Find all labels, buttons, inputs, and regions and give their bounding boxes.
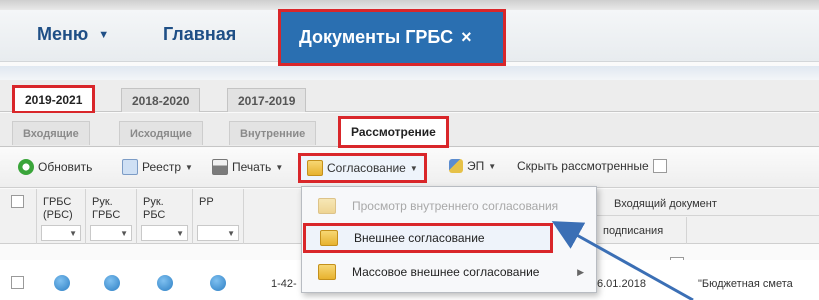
row-number: 1-42- bbox=[271, 278, 297, 290]
column-incoming-document-label: Входящий документ bbox=[614, 198, 717, 210]
approval-label: Согласование bbox=[327, 161, 406, 175]
document-tabs: Входящие Исходящие Внутренние Рассмотрен… bbox=[0, 113, 819, 148]
print-button[interactable]: Печать ▼ bbox=[212, 159, 283, 175]
menu-item-external-approval[interactable]: Внешнее согласование bbox=[303, 223, 553, 253]
menu-button[interactable]: Меню ▼ bbox=[37, 24, 109, 45]
year-tab-2017-2019[interactable]: 2017-2019 bbox=[227, 88, 307, 112]
hide-reviewed-checkbox[interactable] bbox=[652, 159, 667, 173]
signature-icon bbox=[449, 159, 463, 173]
toolbar: Обновить Реестр ▼ Печать ▼ Согласование … bbox=[0, 148, 819, 188]
year-tabs: 2019-2021 2018-2020 2017-2019 bbox=[0, 80, 819, 114]
hide-reviewed-label: Скрыть рассмотренные bbox=[517, 159, 649, 173]
column-head-rbs[interactable]: Рук. РБС ▼ bbox=[137, 189, 193, 244]
dropdown-arrow-icon: ▼ bbox=[409, 163, 418, 173]
chevron-down-icon: ▼ bbox=[227, 228, 235, 238]
row-name: "Бюджетная смета bbox=[698, 278, 793, 290]
refresh-button[interactable]: Обновить bbox=[18, 159, 92, 175]
approval-dropdown-menu: Просмотр внутреннего согласования Внешне… bbox=[301, 186, 597, 293]
menu-item-label: Внешнее согласование bbox=[354, 231, 485, 245]
column-filter-dropdown[interactable]: ▼ bbox=[90, 225, 132, 241]
chevron-down-icon: ▼ bbox=[120, 228, 128, 238]
close-icon[interactable]: × bbox=[461, 27, 472, 48]
folder-icon bbox=[318, 264, 336, 280]
column-rr[interactable]: РР ▼ bbox=[193, 189, 244, 244]
column-filter-dropdown[interactable]: ▼ bbox=[141, 225, 188, 241]
menu-item-label: Массовое внешнее согласование bbox=[352, 265, 540, 279]
column-rr-label: РР bbox=[199, 196, 214, 208]
status-dot-icon bbox=[104, 275, 120, 291]
sub-header-band bbox=[0, 66, 819, 80]
dropdown-arrow-icon: ▼ bbox=[185, 162, 193, 172]
year-tab-2019-2021[interactable]: 2019-2021 bbox=[12, 85, 96, 114]
tab-incoming[interactable]: Входящие bbox=[12, 121, 90, 145]
ep-label: ЭП bbox=[467, 159, 485, 173]
column-head-grbs-label: Рук. ГРБС bbox=[92, 196, 121, 221]
tab-internal[interactable]: Внутренние bbox=[229, 121, 317, 145]
dropdown-arrow-icon: ▼ bbox=[275, 162, 284, 172]
menu-item-label: Просмотр внутреннего согласования bbox=[352, 199, 559, 213]
submenu-arrow-icon: ▶ bbox=[577, 266, 584, 277]
chevron-down-icon: ▼ bbox=[176, 228, 184, 238]
tab-outgoing[interactable]: Исходящие bbox=[119, 121, 203, 145]
column-incoming-document[interactable]: Входящий документ bbox=[597, 189, 819, 216]
menu-item-view-internal-approval[interactable]: Просмотр внутреннего согласования bbox=[304, 191, 594, 221]
column-signing[interactable]: подписания bbox=[597, 217, 687, 244]
tab-review[interactable]: Рассмотрение bbox=[338, 116, 449, 148]
row-checkbox[interactable] bbox=[11, 276, 24, 289]
dropdown-arrow-icon: ▼ bbox=[488, 161, 497, 171]
row-date: 6.01.2018 bbox=[597, 278, 646, 290]
column-head-grbs[interactable]: Рук. ГРБС ▼ bbox=[86, 189, 137, 244]
print-label: Печать bbox=[232, 160, 272, 174]
column-filter-dropdown[interactable]: ▼ bbox=[41, 225, 81, 241]
select-all-checkbox[interactable] bbox=[11, 195, 24, 208]
refresh-label: Обновить bbox=[38, 160, 93, 174]
ep-button[interactable]: ЭП ▼ bbox=[449, 159, 496, 173]
status-dot-icon bbox=[157, 275, 173, 291]
registry-label: Реестр bbox=[142, 160, 181, 174]
registry-icon bbox=[122, 159, 138, 175]
refresh-icon bbox=[18, 159, 34, 175]
year-tab-2018-2020[interactable]: 2018-2020 bbox=[121, 88, 201, 112]
folder-icon bbox=[320, 230, 338, 246]
printer-icon bbox=[212, 159, 228, 175]
menu-item-mass-external-approval[interactable]: Массовое внешнее согласование ▶ bbox=[304, 257, 594, 287]
status-dot-icon bbox=[210, 275, 226, 291]
chevron-down-icon: ▼ bbox=[69, 228, 77, 238]
folder-icon bbox=[318, 198, 336, 214]
column-grbs-rbs-label: ГРБС (РБС) bbox=[43, 196, 73, 221]
folder-icon bbox=[307, 160, 323, 176]
tab-grbs-documents-label: Документы ГРБС bbox=[299, 27, 454, 47]
column-signing-label: подписания bbox=[603, 225, 664, 237]
tab-grbs-documents[interactable]: Документы ГРБС × bbox=[278, 9, 506, 66]
menu-label: Меню bbox=[37, 24, 89, 44]
column-grbs-rbs[interactable]: ГРБС (РБС) ▼ bbox=[37, 189, 86, 244]
registry-button[interactable]: Реестр ▼ bbox=[122, 159, 193, 175]
approval-button[interactable]: Согласование ▼ bbox=[298, 153, 427, 183]
column-head-rbs-label: Рук. РБС bbox=[143, 196, 166, 221]
select-all-column bbox=[0, 189, 37, 244]
home-link[interactable]: Главная bbox=[163, 24, 236, 45]
hide-reviewed-toggle[interactable]: Скрыть рассмотренные bbox=[517, 159, 667, 173]
status-dot-icon bbox=[54, 275, 70, 291]
caret-down-icon: ▼ bbox=[98, 28, 110, 41]
column-filter-dropdown[interactable]: ▼ bbox=[197, 225, 239, 241]
